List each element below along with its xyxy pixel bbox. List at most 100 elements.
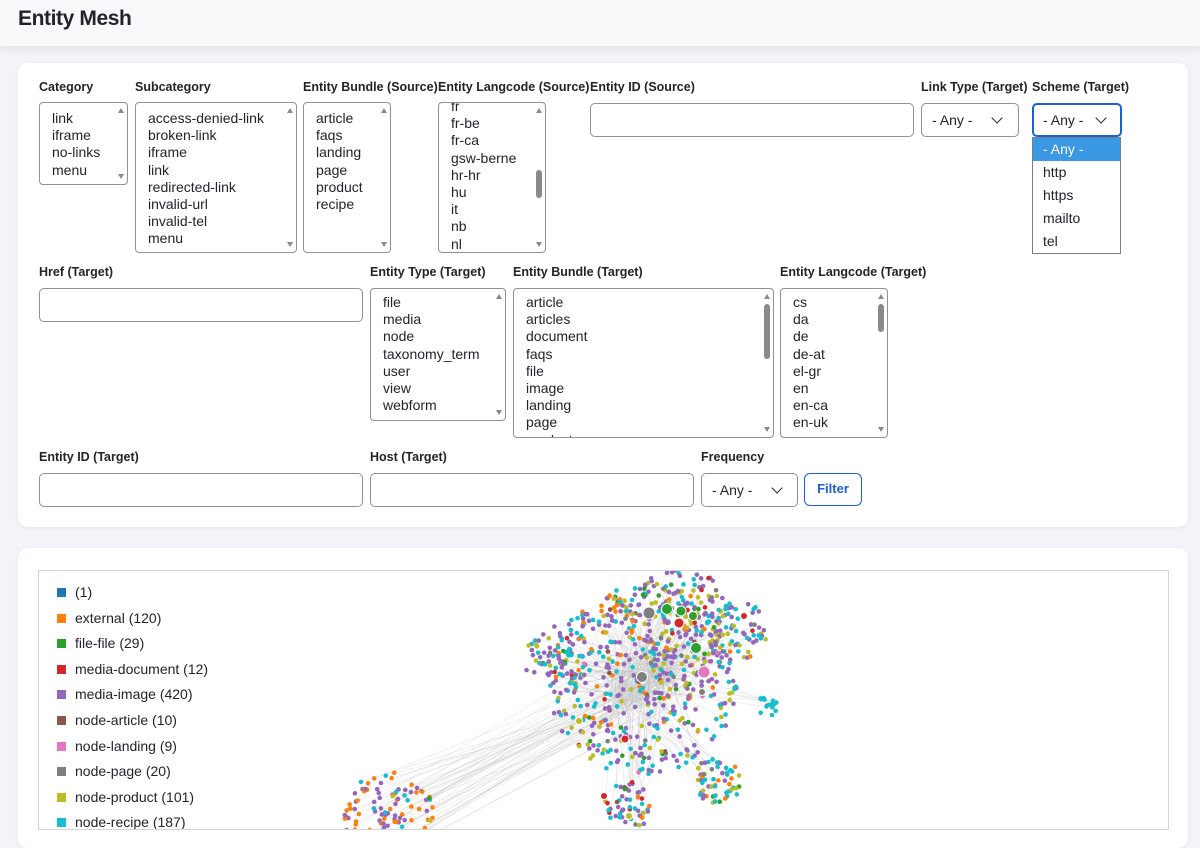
graph-node[interactable] [366, 781, 371, 786]
graph-node[interactable] [621, 711, 626, 716]
graph-node[interactable] [636, 770, 641, 775]
graph-node[interactable] [661, 662, 666, 667]
href-input[interactable] [39, 288, 363, 322]
graph-node[interactable] [637, 636, 642, 641]
graph-node[interactable] [414, 790, 419, 795]
graph-node[interactable] [552, 670, 557, 675]
graph-hub-node[interactable] [626, 813, 633, 820]
graph-node[interactable] [591, 732, 596, 737]
graph-node[interactable] [719, 724, 724, 729]
graph-node[interactable] [694, 632, 699, 637]
graph-node[interactable] [692, 654, 697, 659]
graph-hub-node[interactable] [698, 666, 710, 678]
graph-node[interactable] [558, 631, 563, 636]
graph-node[interactable] [394, 790, 399, 795]
graph-node[interactable] [372, 776, 377, 781]
graph-node[interactable] [678, 752, 683, 757]
graph-node[interactable] [576, 668, 581, 673]
graph-node[interactable] [672, 654, 677, 659]
graph-node[interactable] [622, 787, 627, 792]
graph-node[interactable] [676, 727, 681, 732]
graph-node[interactable] [695, 750, 700, 755]
graph-node[interactable] [696, 595, 701, 600]
graph-node[interactable] [694, 572, 699, 577]
graph-node[interactable] [637, 790, 642, 795]
graph-node[interactable] [723, 796, 728, 801]
graph-node[interactable] [581, 616, 586, 621]
graph-node[interactable] [659, 680, 664, 685]
graph-node[interactable] [692, 583, 697, 588]
graph-node[interactable] [673, 648, 678, 653]
graph-node[interactable] [597, 724, 602, 729]
graph-node[interactable] [566, 731, 571, 736]
legend-item[interactable]: external (120) [57, 609, 208, 635]
graph-node[interactable] [353, 827, 358, 830]
graph-node[interactable] [759, 697, 764, 702]
entity-type-target-option[interactable]: webform [383, 397, 479, 414]
graph-node[interactable] [641, 787, 646, 792]
graph-node[interactable] [637, 753, 642, 758]
graph-node[interactable] [583, 714, 588, 719]
graph-node[interactable] [763, 637, 768, 642]
entity-bundle-source-option[interactable]: landing [316, 144, 363, 161]
graph-node[interactable] [543, 662, 548, 667]
graph-node[interactable] [618, 609, 623, 614]
entity-bundle-source-scrollbar[interactable] [378, 103, 390, 252]
graph-node[interactable] [665, 694, 670, 699]
graph-node[interactable] [619, 725, 624, 730]
graph-node[interactable] [606, 649, 611, 654]
entity-bundle-target-option[interactable]: image [526, 380, 587, 397]
graph-node[interactable] [732, 624, 737, 629]
graph-node[interactable] [733, 765, 738, 770]
legend-item[interactable]: media-document (12) [57, 660, 208, 686]
graph-node[interactable] [699, 630, 704, 635]
entity-id-source-input[interactable] [590, 103, 914, 137]
graph-node[interactable] [582, 672, 587, 677]
graph-node[interactable] [702, 652, 707, 657]
graph-node[interactable] [638, 689, 643, 694]
graph-node[interactable] [661, 703, 666, 708]
graph-node[interactable] [607, 705, 612, 710]
graph-node[interactable] [556, 654, 561, 659]
graph-hub-node[interactable] [674, 618, 684, 628]
graph-node[interactable] [610, 640, 615, 645]
graph-node[interactable] [641, 760, 646, 765]
graph-node[interactable] [683, 705, 688, 710]
scheme-option[interactable]: - Any - [1033, 138, 1120, 161]
graph-node[interactable] [599, 603, 604, 608]
graph-node[interactable] [681, 677, 686, 682]
graph-node[interactable] [712, 734, 717, 739]
graph-node[interactable] [605, 645, 610, 650]
entity-type-target-listbox[interactable]: file media node taxonomy_term user view … [370, 288, 506, 421]
graph-node[interactable] [721, 614, 726, 619]
graph-node[interactable] [623, 616, 628, 621]
entity-type-target-option[interactable]: file [383, 294, 479, 311]
subcategory-scrollbar[interactable] [284, 103, 296, 252]
graph-node[interactable] [650, 601, 655, 606]
graph-node[interactable] [402, 793, 407, 798]
graph-node[interactable] [689, 636, 694, 641]
category-listbox[interactable]: link iframe no-links menu [39, 102, 128, 185]
graph-node[interactable] [661, 586, 666, 591]
graph-node[interactable] [591, 743, 596, 748]
graph-node[interactable] [671, 675, 676, 680]
graph-node[interactable] [725, 632, 730, 637]
graph-node[interactable] [695, 628, 700, 633]
graph-node[interactable] [685, 686, 690, 691]
graph-node[interactable] [567, 622, 572, 627]
graph-node[interactable] [636, 795, 641, 800]
graph-node[interactable] [720, 633, 725, 638]
graph-node[interactable] [720, 649, 725, 654]
graph-node[interactable] [656, 737, 661, 742]
graph-node[interactable] [727, 698, 732, 703]
graph-node[interactable] [652, 652, 657, 657]
graph-node[interactable] [672, 712, 677, 717]
graph-node[interactable] [628, 603, 633, 608]
graph-node[interactable] [680, 662, 685, 667]
graph-node[interactable] [642, 586, 647, 591]
graph-node[interactable] [646, 768, 651, 773]
graph-node[interactable] [560, 729, 565, 734]
graph-node[interactable] [554, 666, 559, 671]
graph-node[interactable] [595, 684, 600, 689]
graph-node[interactable] [585, 703, 590, 708]
